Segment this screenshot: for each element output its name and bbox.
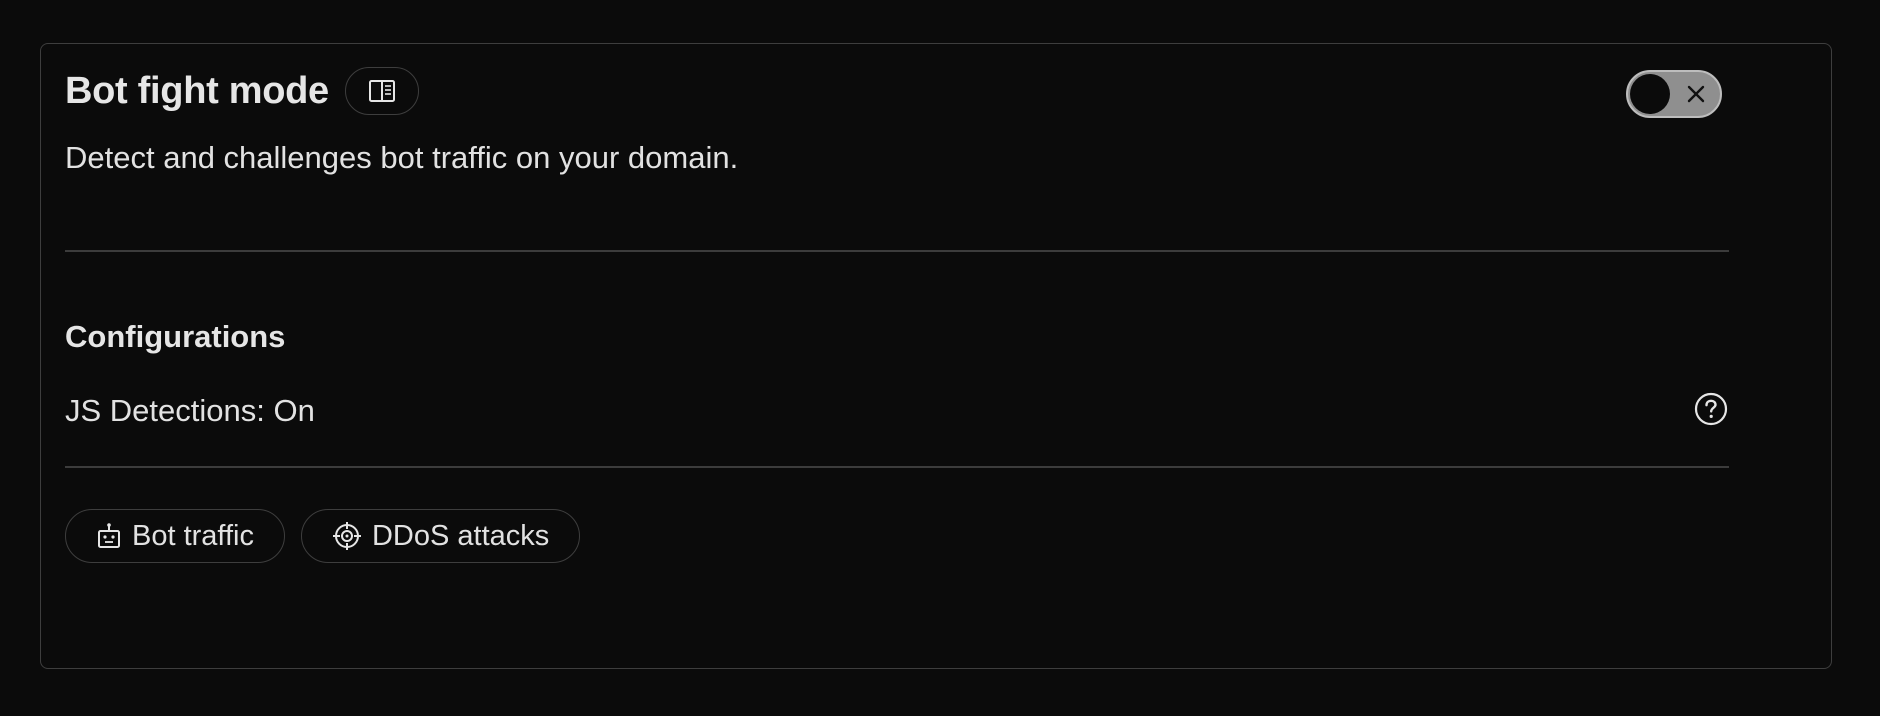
setting-label: JS Detections: On bbox=[65, 393, 315, 428]
bot-fight-mode-toggle[interactable] bbox=[1626, 70, 1722, 118]
robot-icon bbox=[98, 523, 120, 548]
tag-list: Bot traffic DDoS attacks bbox=[65, 509, 581, 563]
toggle-knob bbox=[1630, 74, 1670, 114]
help-circle-icon[interactable] bbox=[1693, 391, 1729, 427]
divider bbox=[65, 250, 1729, 252]
setting-row-js-detections: JS Detections: On bbox=[65, 391, 1729, 435]
book-open-icon bbox=[368, 80, 395, 102]
tag-label: DDoS attacks bbox=[371, 519, 550, 552]
divider bbox=[65, 466, 1729, 468]
configurations-heading: Configurations bbox=[65, 319, 286, 354]
docs-button[interactable] bbox=[344, 67, 419, 115]
bot-fight-mode-card bbox=[40, 43, 1832, 669]
crosshair-icon bbox=[332, 522, 361, 550]
card-title: Bot fight mode bbox=[65, 69, 329, 112]
tag-ddos-attacks[interactable]: DDoS attacks bbox=[300, 509, 581, 563]
close-icon bbox=[1687, 85, 1705, 103]
tag-label: Bot traffic bbox=[132, 519, 254, 552]
card-header: Bot fight mode bbox=[65, 65, 419, 117]
card-description: Detect and challenges bot traffic on you… bbox=[65, 140, 739, 175]
tag-bot-traffic[interactable]: Bot traffic bbox=[65, 509, 285, 563]
